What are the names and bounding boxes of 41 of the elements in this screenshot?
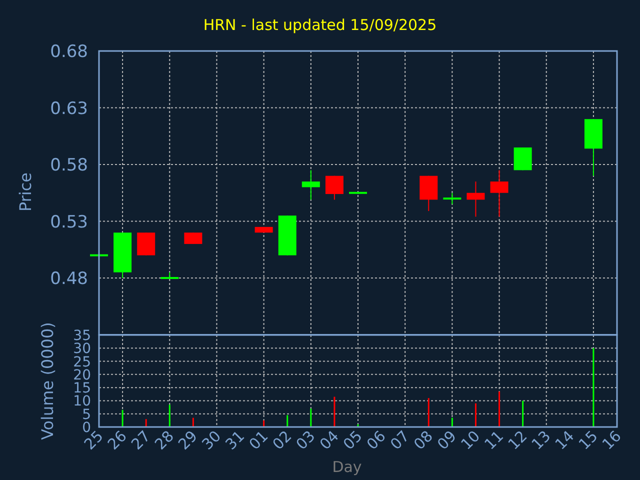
candlestick [302, 170, 320, 200]
axis-tick-label: 29 [174, 427, 201, 454]
axis-tick-label: 05 [340, 427, 366, 454]
candlestick [90, 254, 108, 256]
axis-tick-label: 35 [73, 328, 91, 344]
axis-tick-label: 28 [151, 427, 178, 454]
candlestick [584, 118, 602, 176]
candlestick [114, 232, 132, 278]
candlestick [254, 226, 273, 234]
candlestick [349, 192, 367, 194]
axis-tick-label: 0.68 [50, 42, 88, 62]
axis-tick-label: 06 [363, 427, 390, 454]
axis-tick-label: 03 [292, 427, 319, 454]
axis-tick-label: 08 [410, 427, 436, 454]
axis-tick-label: 15 [575, 427, 602, 454]
axis-tick-label: 0.53 [50, 212, 88, 232]
axis-tick-label: 26 [104, 427, 130, 454]
candlestick [466, 181, 485, 218]
axis-tick-label: 14 [552, 427, 578, 454]
axis-title: Volume (0000) [38, 322, 57, 440]
axis-tick-label: 0.58 [50, 156, 88, 176]
axis-tick-label: 16 [598, 427, 625, 454]
axis-title: Price [16, 172, 35, 212]
axis-tick-label: 0 [82, 420, 91, 436]
candlestick [490, 170, 508, 218]
candlestick [184, 232, 202, 244]
candlestick [325, 175, 344, 200]
axis-tick-label: 0.63 [50, 98, 88, 119]
candlestick [278, 215, 296, 256]
axis-tick-label: 0.48 [50, 269, 88, 289]
axis-title: Day [332, 458, 362, 476]
axis-tick-label: 09 [434, 427, 460, 454]
candlestick [443, 192, 462, 205]
candlestick [514, 146, 532, 171]
candlestick [137, 232, 156, 256]
axis-tick-label: 04 [316, 427, 342, 454]
candlestick [160, 272, 179, 279]
axis-tick-label: 07 [386, 427, 413, 454]
chart-title: HRN - last updated 15/09/2025 [202, 15, 438, 36]
candlestick [420, 175, 438, 212]
axis-tick-label: 27 [128, 427, 154, 454]
